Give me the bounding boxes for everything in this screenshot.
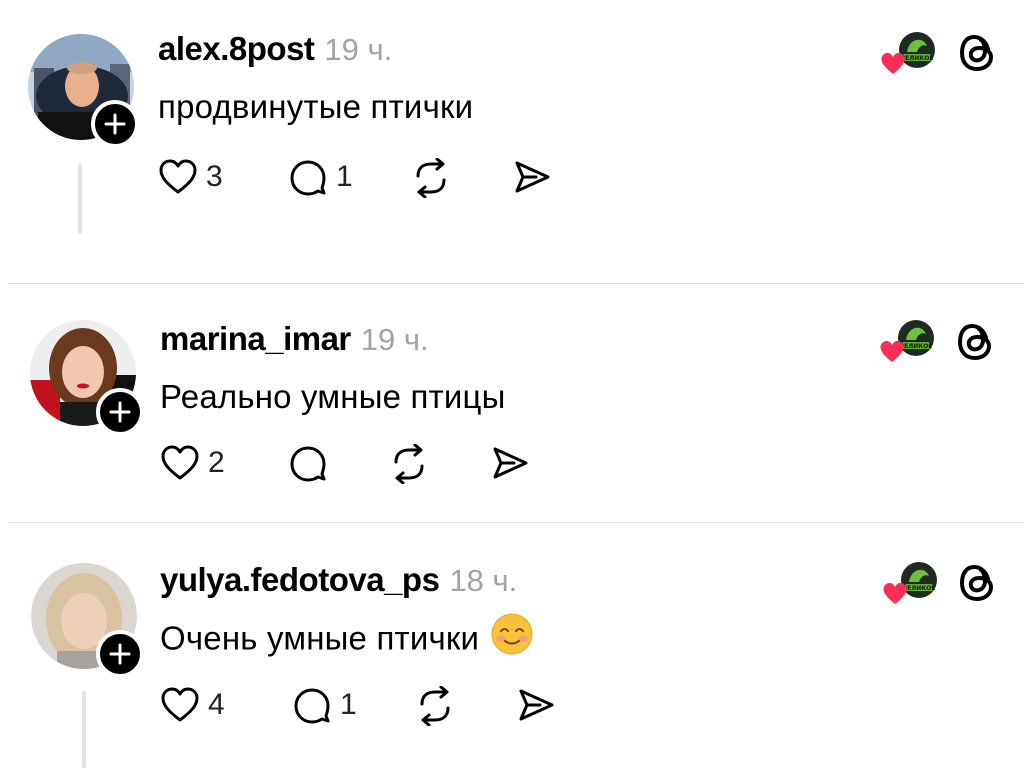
plus-icon bbox=[109, 643, 131, 665]
reply-button[interactable] bbox=[288, 444, 328, 482]
heart-icon bbox=[161, 687, 199, 722]
action-bar: 4 1 bbox=[160, 686, 580, 736]
threads-icon[interactable] bbox=[956, 320, 996, 364]
plus-icon bbox=[109, 401, 131, 423]
like-count: 2 bbox=[208, 446, 225, 479]
post-text: Очень умные птички bbox=[160, 613, 533, 663]
repost-icon bbox=[394, 444, 424, 484]
send-icon bbox=[493, 447, 528, 479]
comment-icon bbox=[290, 160, 326, 196]
heart-icon bbox=[880, 340, 904, 362]
repost-button[interactable] bbox=[414, 686, 456, 726]
threads-icon[interactable] bbox=[958, 31, 998, 75]
post-text: продвинутые птички bbox=[158, 88, 474, 125]
post-header: yulya.fedotova_ps 18 ч. bbox=[160, 561, 517, 599]
repost-button[interactable] bbox=[410, 158, 452, 198]
post-header: marina_imar 19 ч. bbox=[160, 320, 429, 358]
thread-line bbox=[82, 691, 86, 768]
like-button[interactable]: 3 bbox=[158, 158, 223, 196]
reply-button[interactable]: 1 bbox=[292, 686, 357, 724]
repost-button[interactable] bbox=[388, 444, 430, 484]
like-count: 4 bbox=[208, 688, 225, 721]
comment-icon bbox=[290, 446, 326, 482]
badge-text: ВЕЛИКОЕ bbox=[903, 585, 936, 592]
action-bar: 3 1 bbox=[158, 158, 578, 208]
badge-text: ВЕЛИКОЕ bbox=[900, 343, 933, 350]
post-text-content: Очень умные птички bbox=[160, 619, 480, 657]
follow-button[interactable] bbox=[96, 630, 144, 678]
timestamp: 19 ч. bbox=[360, 322, 429, 357]
heart-icon bbox=[883, 582, 907, 604]
timestamp: 18 ч. bbox=[449, 563, 518, 598]
heart-icon bbox=[161, 445, 199, 480]
heart-icon bbox=[881, 52, 905, 74]
post-header: alex.8post 19 ч. bbox=[158, 30, 392, 68]
post-1: alex.8post 19 ч. продвинутые птички ВЕЛИК… bbox=[0, 0, 1024, 283]
share-button[interactable] bbox=[490, 444, 530, 482]
share-button[interactable] bbox=[516, 686, 556, 724]
repost-icon bbox=[416, 158, 446, 198]
like-button[interactable]: 4 bbox=[160, 686, 225, 724]
like-count: 3 bbox=[206, 160, 223, 193]
reply-count: 1 bbox=[336, 160, 353, 193]
username[interactable]: yulya.fedotova_ps bbox=[160, 561, 440, 598]
reply-count: 1 bbox=[340, 688, 357, 721]
threads-icon[interactable] bbox=[958, 561, 998, 605]
liked-by-author-badge: ВЕЛИКОЕ bbox=[881, 560, 941, 608]
repost-icon bbox=[420, 686, 450, 726]
badge-text: ВЕЛИКОЕ bbox=[901, 55, 934, 62]
like-button[interactable]: 2 bbox=[160, 444, 225, 482]
liked-by-author-badge: ВЕЛИКОЕ bbox=[879, 30, 939, 78]
username[interactable]: marina_imar bbox=[160, 320, 351, 357]
plus-icon bbox=[104, 113, 126, 135]
timestamp: 19 ч. bbox=[324, 32, 393, 67]
comment-icon bbox=[294, 688, 330, 724]
post-2: marina_imar 19 ч. Реально умные птицы ВЕЛ… bbox=[0, 284, 1024, 522]
follow-button[interactable] bbox=[96, 388, 144, 436]
reply-button[interactable]: 1 bbox=[288, 158, 353, 196]
action-bar: 2 bbox=[160, 444, 560, 494]
follow-button[interactable] bbox=[91, 100, 139, 148]
heart-icon bbox=[159, 159, 197, 194]
username[interactable]: alex.8post bbox=[158, 30, 315, 67]
thread-line bbox=[78, 164, 82, 234]
smiling-face-emoji bbox=[491, 613, 533, 663]
send-icon bbox=[515, 161, 550, 193]
liked-by-author-badge: ВЕЛИКОЕ bbox=[878, 318, 938, 366]
share-button[interactable] bbox=[512, 158, 552, 196]
post-text: Реально умные птицы bbox=[160, 378, 506, 415]
send-icon bbox=[519, 689, 554, 721]
post-3: yulya.fedotova_ps 18 ч. Очень умные птичк… bbox=[0, 523, 1024, 768]
